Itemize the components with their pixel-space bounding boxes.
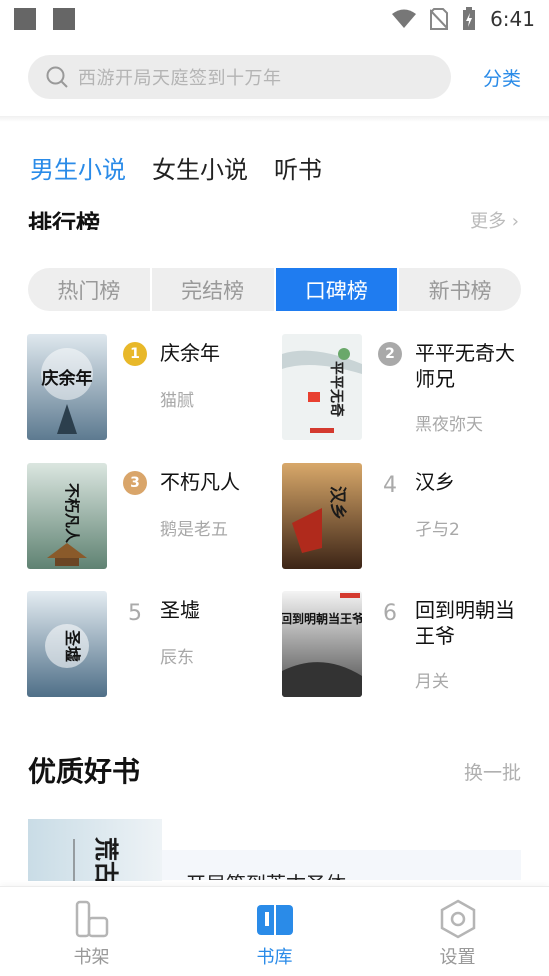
book-author: 辰东 bbox=[160, 648, 194, 668]
cover-title: 汉乡 bbox=[328, 486, 347, 520]
notification-icon bbox=[14, 8, 36, 30]
tab-male-novels[interactable]: 男生小说 bbox=[30, 150, 126, 185]
rank-number: 6 bbox=[383, 601, 397, 626]
ranking-tabs: 热门榜 完结榜 口碑榜 新书榜 bbox=[28, 268, 521, 311]
nav-settings[interactable]: 设置 bbox=[366, 887, 549, 976]
clock: 6:41 bbox=[490, 7, 535, 31]
book-author: 黑夜弥天 bbox=[415, 415, 483, 435]
book-cover[interactable]: 庆余年 bbox=[27, 334, 107, 440]
book-title: 圣墟 bbox=[160, 598, 200, 622]
book-cover[interactable]: 不朽凡人 bbox=[27, 463, 107, 569]
rank-number: 4 bbox=[383, 473, 397, 498]
bottom-navigation: 书架 书库 设置 bbox=[0, 886, 549, 976]
bronze-medal-icon: 3 bbox=[123, 471, 147, 495]
tab-female-novels[interactable]: 女生小说 bbox=[152, 150, 248, 185]
cover-title: 不朽凡人 bbox=[63, 483, 81, 544]
no-sim-icon bbox=[430, 8, 449, 30]
book-title: 回到明朝当王爷 bbox=[415, 598, 515, 648]
tab-reputation-ranking[interactable]: 口碑榜 bbox=[275, 268, 400, 311]
book-title: 平平无奇大师兄 bbox=[415, 341, 515, 391]
cover-title: 庆余年 bbox=[42, 368, 93, 388]
library-book-icon bbox=[256, 905, 293, 935]
section-title-quality-books: 优质好书 bbox=[28, 755, 141, 788]
search-input[interactable]: 西游开局天庭签到十万年 bbox=[28, 55, 451, 99]
notification-icon bbox=[53, 8, 75, 30]
cover-title: 荒古 bbox=[92, 837, 119, 881]
nav-label: 设置 bbox=[439, 947, 476, 968]
book-item[interactable]: 圣墟 5 圣墟 辰东 bbox=[27, 591, 277, 699]
book-title: 开局签到荒古圣体 bbox=[186, 868, 346, 880]
cover-title: 平平无奇 bbox=[328, 361, 345, 417]
tab-hot-ranking[interactable]: 热门榜 bbox=[28, 268, 152, 311]
book-item[interactable]: 汉乡 4 汉乡 孑与2 bbox=[282, 463, 532, 571]
book-author: 鹅是老五 bbox=[160, 520, 228, 540]
book-title: 汉乡 bbox=[415, 470, 455, 494]
settings-icon bbox=[440, 899, 475, 939]
status-bar: 6:41 bbox=[0, 0, 549, 38]
book-item[interactable]: 不朽凡人 3 不朽凡人 鹅是老五 bbox=[27, 463, 277, 571]
ranking-header: 排行榜 更多 › bbox=[0, 198, 549, 230]
book-item[interactable]: 平平无奇 2 平平无奇大师兄 黑夜弥天 bbox=[282, 334, 532, 442]
book-author: 孑与2 bbox=[415, 520, 460, 540]
search-icon bbox=[46, 66, 68, 88]
silver-medal-icon: 2 bbox=[378, 342, 402, 366]
book-author: 猫腻 bbox=[160, 391, 194, 411]
ranking-more-link[interactable]: 更多 › bbox=[470, 207, 519, 230]
wifi-icon bbox=[392, 9, 417, 28]
nav-label: 书架 bbox=[73, 947, 110, 968]
tab-audiobooks[interactable]: 听书 bbox=[274, 150, 322, 185]
nav-label: 书库 bbox=[256, 947, 293, 968]
gold-medal-icon: 1 bbox=[123, 342, 147, 366]
book-cover[interactable]: 汉乡 bbox=[282, 463, 362, 569]
book-item[interactable]: 回到明朝当王爷 6 回到明朝当王爷 月关 bbox=[282, 591, 532, 699]
ranking-title: 排行榜 bbox=[28, 210, 100, 230]
nav-bookshelf[interactable]: 书架 bbox=[0, 887, 183, 976]
battery-charging-icon bbox=[463, 7, 476, 30]
nav-library[interactable]: 书库 bbox=[183, 887, 366, 976]
search-placeholder: 西游开局天庭签到十万年 bbox=[78, 68, 282, 89]
tab-new-ranking[interactable]: 新书榜 bbox=[399, 268, 521, 311]
book-cover[interactable]: 圣墟 bbox=[27, 591, 107, 697]
tab-completed-ranking[interactable]: 完结榜 bbox=[152, 268, 276, 311]
cover-title: 圣墟 bbox=[63, 629, 82, 662]
refresh-batch-button[interactable]: 换一批 bbox=[464, 758, 521, 785]
book-cover[interactable]: 荒古 bbox=[28, 819, 162, 881]
gender-tabs: 男生小说 女生小说 听书 bbox=[30, 150, 322, 185]
header-divider bbox=[0, 116, 549, 122]
book-title: 庆余年 bbox=[160, 341, 220, 365]
classify-button[interactable]: 分类 bbox=[483, 64, 521, 91]
bookshelf-icon bbox=[75, 900, 108, 938]
book-author: 月关 bbox=[415, 672, 449, 692]
book-cover[interactable]: 平平无奇 bbox=[282, 334, 362, 440]
rank-number: 5 bbox=[128, 601, 142, 626]
book-title: 不朽凡人 bbox=[160, 470, 240, 494]
book-item[interactable]: 庆余年 1 庆余年 猫腻 bbox=[27, 334, 277, 442]
search-header: 西游开局天庭签到十万年 分类 bbox=[28, 55, 521, 99]
book-cover[interactable]: 回到明朝当王爷 bbox=[282, 591, 362, 697]
cover-title: 回到明朝当王爷 bbox=[282, 611, 362, 626]
